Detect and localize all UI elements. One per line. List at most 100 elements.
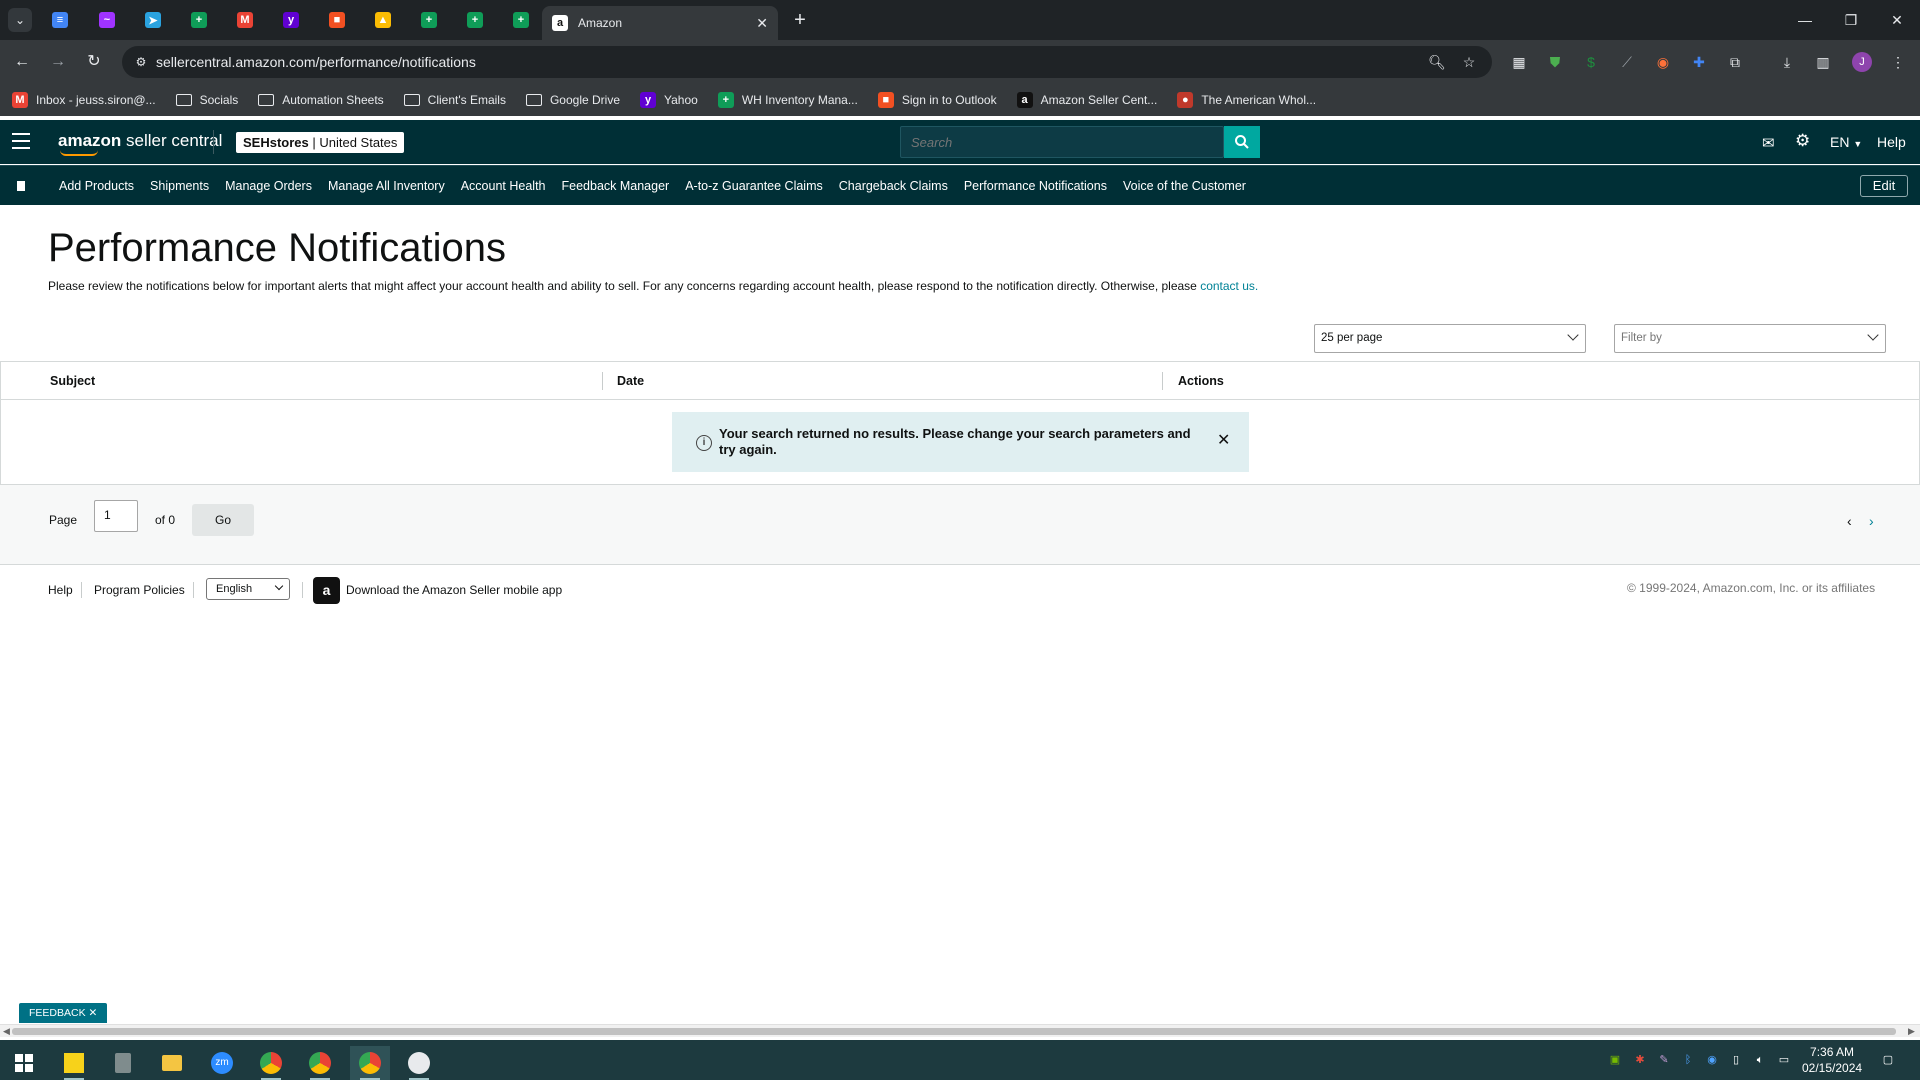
address-bar[interactable]: ⚙ sellercentral.amazon.com/performance/n… <box>122 46 1492 78</box>
close-icon[interactable]: ✕ <box>1217 430 1230 450</box>
bookmark-item[interactable]: Client's Emails <box>403 93 506 107</box>
sticky-notes-icon[interactable] <box>54 1046 94 1080</box>
chevron-left-icon[interactable]: ‹ <box>1847 513 1852 529</box>
reload-button[interactable]: ↻ <box>82 50 106 74</box>
pen-tray-icon[interactable]: ✎ <box>1656 1052 1672 1068</box>
program-policies-link[interactable]: Program Policies <box>94 583 185 597</box>
close-icon[interactable]: ✕ <box>89 1007 98 1019</box>
go-button[interactable]: Go <box>192 504 254 536</box>
zoom-icon[interactable]: 🔍︎ <box>1428 53 1446 71</box>
bluetooth-icon[interactable]: ᛒ <box>1680 1052 1696 1068</box>
pinned-tab-drive[interactable]: ▲ <box>371 8 395 32</box>
search-input[interactable] <box>911 135 1161 150</box>
bookmark-item[interactable]: Automation Sheets <box>258 93 384 107</box>
zoom-app-icon[interactable]: zm <box>202 1046 242 1080</box>
edit-nav-button[interactable]: Edit <box>1860 175 1908 197</box>
qr-extension-icon[interactable]: ▦ <box>1507 50 1531 74</box>
bookmark-item[interactable]: M Inbox - jeuss.siron@... <box>12 92 156 108</box>
chrome-profile-icon[interactable] <box>399 1046 439 1080</box>
search-button[interactable] <box>1224 126 1260 158</box>
chrome-icon-active[interactable] <box>350 1046 390 1080</box>
menu-icon[interactable] <box>12 133 30 149</box>
filter-select[interactable]: Filter by <box>1614 324 1886 353</box>
seller-central-logo[interactable]: amazon seller central <box>58 131 222 156</box>
pinned-tab-sheets[interactable]: + <box>417 8 441 32</box>
pinned-tab-microsoft[interactable]: ■ <box>325 8 349 32</box>
bookmark-item[interactable]: Socials <box>175 93 238 107</box>
amazon-app-icon[interactable]: a <box>313 577 340 604</box>
seller-search-box[interactable] <box>900 126 1224 158</box>
chrome-icon[interactable] <box>251 1046 291 1080</box>
column-header-date[interactable]: Date <box>617 374 644 388</box>
forward-button[interactable]: → <box>46 50 70 74</box>
bookmark-flag-icon[interactable] <box>17 181 25 191</box>
app-tray-icon[interactable]: ✱ <box>1632 1052 1648 1068</box>
nav-item-shipments[interactable]: Shipments <box>150 179 209 193</box>
chrome-icon[interactable] <box>300 1046 340 1080</box>
download-app-link[interactable]: Download the Amazon Seller mobile app <box>346 583 562 597</box>
column-header-subject[interactable]: Subject <box>50 374 95 388</box>
side-panel-icon[interactable]: ▥ <box>1811 50 1835 74</box>
footer-language-select[interactable]: English <box>206 578 290 600</box>
volume-icon[interactable]: 🔈︎ <box>1752 1052 1768 1068</box>
battery-icon[interactable]: ▯ <box>1728 1052 1744 1068</box>
nav-item-feedback-manager[interactable]: Feedback Manager <box>562 179 670 193</box>
pinned-tab-sheets[interactable]: + <box>509 8 533 32</box>
close-window-button[interactable]: ✕ <box>1874 0 1920 40</box>
contact-us-link[interactable]: contact us. <box>1200 279 1258 293</box>
pinned-tab-gmail[interactable]: M <box>233 8 257 32</box>
bookmark-item[interactable]: ■ Sign in to Outlook <box>877 92 997 108</box>
color-extension-icon[interactable]: ◉ <box>1651 50 1675 74</box>
pinned-tab-sheets[interactable]: + <box>187 8 211 32</box>
pinned-tab-telegram[interactable]: ➤ <box>141 8 165 32</box>
browser-menu-icon[interactable]: ⋮ <box>1886 50 1910 74</box>
horizontal-scrollbar[interactable]: ◀ ▶ <box>0 1024 1920 1037</box>
bookmark-item[interactable]: a Amazon Seller Cent... <box>1016 92 1157 108</box>
new-tab-button[interactable]: + <box>788 8 812 32</box>
shield-extension-icon[interactable]: ⛊ <box>1543 50 1567 74</box>
nav-item-manage-orders[interactable]: Manage Orders <box>225 179 312 193</box>
nvidia-tray-icon[interactable]: ▣ <box>1607 1052 1623 1068</box>
network-icon[interactable]: ▭ <box>1776 1052 1792 1068</box>
pinned-tab-yahoo[interactable]: y <box>279 8 303 32</box>
nav-item-performance-notifications[interactable]: Performance Notifications <box>964 179 1107 193</box>
system-clock[interactable]: 7:36 AM 02/15/2024 <box>1802 1044 1862 1076</box>
calculator-icon[interactable] <box>103 1046 143 1080</box>
tab-close-icon[interactable]: ✕ <box>756 15 768 32</box>
bookmark-item[interactable]: ● The American Whol... <box>1177 92 1316 108</box>
extensions-icon[interactable]: ⧉ <box>1723 50 1747 74</box>
help-link[interactable]: Help <box>1877 134 1906 150</box>
minimize-button[interactable]: — <box>1782 0 1828 40</box>
scrollbar-thumb[interactable] <box>12 1028 1896 1035</box>
store-selector[interactable]: SEHstores | United States <box>236 132 405 153</box>
back-button[interactable]: ← <box>10 50 34 74</box>
notification-icon[interactable]: ▢ <box>1880 1052 1896 1068</box>
site-info-icon[interactable]: ⚙ <box>132 53 150 71</box>
puzzle-blue-extension-icon[interactable]: ✚ <box>1687 50 1711 74</box>
bookmark-item[interactable]: y Yahoo <box>640 92 698 108</box>
pen-extension-icon[interactable]: ⟋ <box>1615 50 1639 74</box>
file-explorer-icon[interactable] <box>152 1046 192 1080</box>
nav-item-add-products[interactable]: Add Products <box>59 179 134 193</box>
tab-amazon[interactable]: a Amazon ✕ <box>542 6 778 40</box>
bookmark-star-icon[interactable]: ☆ <box>1460 53 1478 71</box>
footer-help-link[interactable]: Help <box>48 583 73 597</box>
nav-item-account-health[interactable]: Account Health <box>461 179 546 193</box>
nav-item-voice-of-the-customer[interactable]: Voice of the Customer <box>1123 179 1246 193</box>
seller-extension-icon[interactable]: $ <box>1579 50 1603 74</box>
language-selector[interactable]: EN ▼ <box>1830 134 1862 150</box>
download-icon[interactable]: ⤓ <box>1775 50 1799 74</box>
pinned-tab-messenger[interactable]: ~ <box>95 8 119 32</box>
windows-start-icon[interactable] <box>4 1046 44 1080</box>
nav-item-a-to-z-guarantee-claims[interactable]: A-to-z Guarantee Claims <box>685 179 823 193</box>
mail-icon[interactable]: ✉ <box>1762 134 1775 152</box>
bookmark-item[interactable]: Google Drive <box>525 93 620 107</box>
restore-button[interactable]: ❐ <box>1828 0 1874 40</box>
feedback-tab[interactable]: FEEDBACK ✕ <box>19 1003 108 1023</box>
nav-item-manage-all-inventory[interactable]: Manage All Inventory <box>328 179 445 193</box>
zoom-tray-icon[interactable]: ◉ <box>1704 1052 1720 1068</box>
pinned-tab-sheets[interactable]: + <box>463 8 487 32</box>
per-page-select[interactable]: 25 per page <box>1314 324 1586 353</box>
page-number-input[interactable]: 1 <box>94 500 138 532</box>
scroll-right-icon[interactable]: ▶ <box>1908 1025 1915 1038</box>
